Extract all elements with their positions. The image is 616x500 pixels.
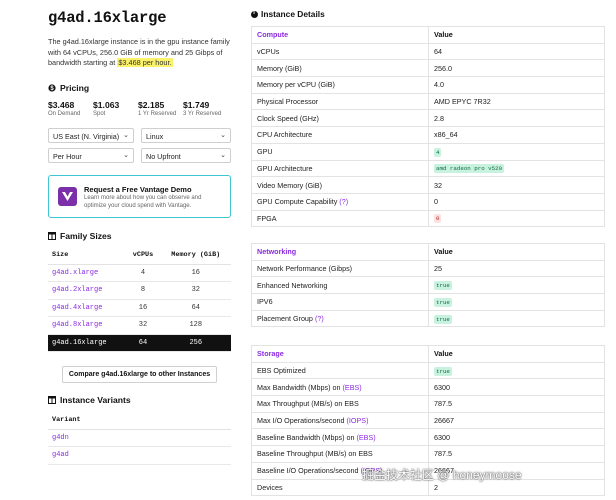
variant-link[interactable]: g4dn <box>48 429 231 447</box>
table-row: Physical Processor AMD EPYC 7R32 <box>251 92 605 111</box>
table-row-selected: g4ad.16xlarge 64 256 <box>48 334 231 352</box>
price-highlight: $3.468 per hour. <box>117 58 173 68</box>
pricing-heading: $ Pricing <box>48 83 89 93</box>
table-row: Max Throughput (MB/s) on EBS 787.5 <box>251 395 605 413</box>
table-row: Video Memory (GiB) 32 <box>251 176 605 194</box>
table-row[interactable]: g4ad.2xlarge 8 32 <box>48 281 231 300</box>
table-row: CPU Architecture x86_64 <box>251 126 605 144</box>
vantage-demo-card[interactable]: Request a Free Vantage Demo Learn more a… <box>48 175 231 218</box>
variant-link[interactable]: g4ad <box>48 446 231 465</box>
size-link[interactable]: g4ad.2xlarge <box>48 281 126 300</box>
table-row: EBS Optimized true <box>251 361 605 380</box>
demo-subtitle: Learn more about how you can observe and… <box>84 195 202 209</box>
chevron-down-icon: ⌄ <box>123 152 129 159</box>
table-row: GPU 4 <box>251 142 605 161</box>
table-icon <box>48 232 56 240</box>
value-badge: true <box>434 297 452 307</box>
size-link[interactable]: g4ad.8xlarge <box>48 316 126 335</box>
table-row: IPV6 true <box>251 293 605 311</box>
value-badge: 0 <box>434 214 442 224</box>
column-header: Variant <box>48 411 231 430</box>
instance-variants-heading: Instance Variants <box>48 395 131 405</box>
family-sizes-heading: Family Sizes <box>48 231 112 241</box>
region-select[interactable]: US East (N. Virginia) ⌄ <box>48 128 134 143</box>
price-spot: $1.063 Spot <box>93 100 120 117</box>
value-header: Value <box>428 345 605 363</box>
section-header: Compute <box>251 26 429 44</box>
family-sizes-table: Size vCPUs Memory (GiB) g4ad.xlarge 4 16… <box>48 247 231 352</box>
ebs-link[interactable]: (EBS) <box>356 433 375 442</box>
size-link[interactable]: g4ad.xlarge <box>48 264 126 282</box>
value-badge: amd radeon pro v520 <box>434 164 505 174</box>
compute-table: Compute Value vCPUs 64 Memory (GiB) 256.0 … <box>251 26 605 228</box>
iops-link[interactable]: (IOPS) <box>347 416 369 425</box>
chevron-down-icon: ⌄ <box>123 132 129 139</box>
chevron-down-icon: ⌄ <box>220 152 226 159</box>
table-row[interactable]: g4ad.4xlarge 16 64 <box>48 299 231 317</box>
value-badge: true <box>434 314 452 324</box>
price-1yr-reserved: $2.185 1 Yr Reserved <box>138 100 177 117</box>
compare-instances-button[interactable]: Compare g4ad.16xlarge to other Instances <box>62 366 217 383</box>
help-link[interactable]: (?) <box>315 314 324 323</box>
section-header: Networking <box>251 243 429 261</box>
size-current: g4ad.16xlarge <box>48 334 126 352</box>
os-select[interactable]: Linux ⌄ <box>141 128 231 143</box>
ebs-link[interactable]: (EBS) <box>343 383 362 392</box>
table-row: Network Performance (Gibps) 25 <box>251 259 605 278</box>
table-row: Memory per vCPU (GiB) 4.0 <box>251 76 605 94</box>
table-row[interactable]: g4ad.xlarge 4 16 <box>48 264 231 282</box>
upfront-select[interactable]: No Upfront ⌄ <box>141 148 231 163</box>
value-badge: true <box>434 366 452 376</box>
value-header: Value <box>428 26 605 44</box>
table-row: Baseline Throughput (MB/s) on EBS 787.5 <box>251 445 605 463</box>
vantage-logo-icon <box>58 187 77 206</box>
table-row: Max I/O Operations/second (IOPS) 26667 <box>251 411 605 430</box>
dollar-icon: $ <box>48 84 56 92</box>
chevron-down-icon: ⌄ <box>220 132 226 139</box>
period-select[interactable]: Per Hour ⌄ <box>48 148 134 163</box>
table-row: GPU Compute Capability (?) 0 <box>251 192 605 211</box>
value-header: Value <box>428 243 605 261</box>
instance-details-heading: Instance Details <box>251 9 325 19</box>
column-header: Size <box>48 247 126 265</box>
size-link[interactable]: g4ad.4xlarge <box>48 299 126 317</box>
section-header: Storage <box>251 345 429 363</box>
networking-table: Networking Value Network Performance (Gi… <box>251 243 605 328</box>
column-header: vCPUs <box>125 247 161 265</box>
table-row: vCPUs 64 <box>251 42 605 61</box>
page-title: g4ad.16xlarge <box>48 9 167 27</box>
table-row[interactable]: g4ad.8xlarge 32 128 <box>48 316 231 335</box>
instance-description: The g4ad.16xlarge instance is in the gpu… <box>48 37 232 69</box>
column-header: Memory (GiB) <box>160 247 231 265</box>
price-on-demand: $3.468 On Demand <box>48 100 81 117</box>
table-row: Baseline Bandwidth (Mbps) on (EBS) 6300 <box>251 428 605 447</box>
table-row: Enhanced Networking true <box>251 276 605 295</box>
table-row: Memory (GiB) 256.0 <box>251 59 605 78</box>
demo-title: Request a Free Vantage Demo <box>84 185 192 194</box>
table-row[interactable]: g4dn <box>48 429 231 447</box>
help-link[interactable]: (?) <box>339 197 348 206</box>
table-row: FPGA 0 <box>251 209 605 228</box>
instance-variants-table: Variant g4dn g4ad <box>48 411 231 465</box>
table-icon <box>48 396 56 404</box>
table-row[interactable]: g4ad <box>48 446 231 465</box>
price-3yr-reserved: $1.749 3 Yr Reserved <box>183 100 222 117</box>
table-row: GPU Architecture amd radeon pro v520 <box>251 159 605 178</box>
table-row: Clock Speed (GHz) 2.8 <box>251 109 605 128</box>
table-row: Max Bandwidth (Mbps) on (EBS) 6300 <box>251 378 605 397</box>
watermark: 掘金技术社区 @ honeymoose <box>362 468 522 482</box>
table-row: Placement Group (?) true <box>251 309 605 328</box>
value-badge: 4 <box>434 147 442 157</box>
info-icon <box>251 10 258 18</box>
value-badge: true <box>434 281 452 291</box>
